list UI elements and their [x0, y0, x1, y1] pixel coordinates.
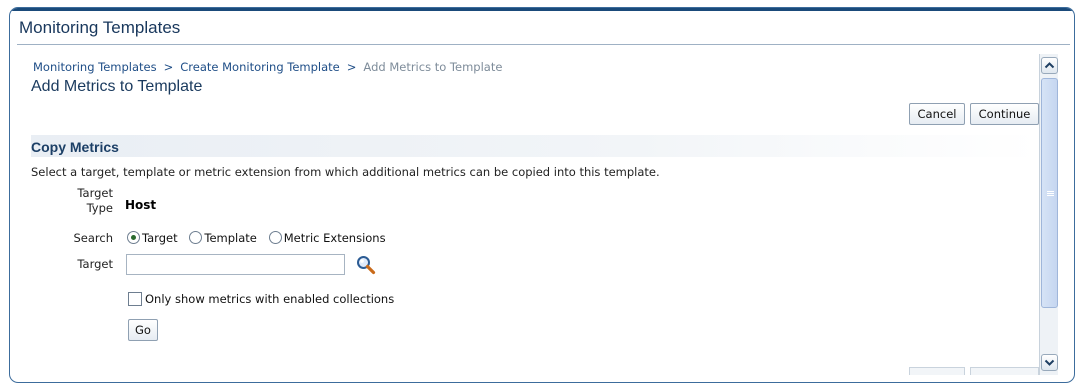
radio-target-label[interactable]: Target	[142, 231, 178, 245]
radio-metric-extensions[interactable]	[268, 231, 282, 244]
copy-metrics-description: Select a target, template or metric exte…	[31, 165, 660, 179]
radio-template-label[interactable]: Template	[204, 231, 256, 245]
cancel-button[interactable]: Cancel	[909, 103, 965, 125]
radio-target[interactable]	[127, 231, 140, 244]
target-type-value: Host	[125, 198, 157, 212]
only-enabled-checkbox[interactable]	[128, 292, 142, 306]
scroll-grip	[1047, 191, 1054, 192]
copy-metrics-header	[31, 135, 1039, 157]
breadcrumb-separator: >	[346, 60, 357, 74]
breadcrumb-current: Add Metrics to Template	[363, 60, 503, 74]
breadcrumb-create-template-link[interactable]: Create Monitoring Template	[180, 60, 340, 74]
target-input[interactable]	[126, 254, 345, 275]
only-enabled-label[interactable]: Only show metrics with enabled collectio…	[145, 292, 394, 306]
breadcrumb: Monitoring Templates > Create Monitoring T…	[33, 60, 502, 74]
monitoring-templates-window: Monitoring Templates Monitoring Template…	[9, 7, 1075, 383]
search-label: Search	[73, 231, 113, 245]
magnifier-icon[interactable]	[355, 254, 377, 276]
vertical-scrollbar[interactable]	[1039, 54, 1058, 375]
continue-button[interactable]: Continue	[970, 103, 1039, 125]
target-type-label: Target Type	[77, 186, 113, 215]
page-title: Add Metrics to Template	[31, 78, 203, 95]
target-label: Target	[77, 257, 113, 271]
radio-metric-extensions-label[interactable]: Metric Extensions	[284, 231, 386, 245]
go-button[interactable]: Go	[128, 319, 158, 341]
content-area: Monitoring Templates > Create Monitoring T…	[19, 53, 1039, 375]
scroll-thumb[interactable]	[1041, 78, 1058, 308]
scroll-grip	[1047, 193, 1054, 194]
bottom-button-edge	[909, 367, 965, 375]
search-radio-group: Target Template Metric Extensions	[127, 231, 394, 245]
breadcrumb-monitoring-templates-link[interactable]: Monitoring Templates	[33, 60, 157, 74]
chevron-down-icon[interactable]	[1041, 354, 1058, 371]
scroll-grip	[1047, 195, 1054, 196]
copy-metrics-title: Copy Metrics	[31, 139, 119, 155]
chevron-up-icon[interactable]	[1041, 57, 1058, 74]
bottom-button-edge	[970, 367, 1039, 375]
title-divider	[17, 44, 1070, 45]
window-title: Monitoring Templates	[19, 18, 181, 37]
breadcrumb-separator: >	[163, 60, 174, 74]
radio-template[interactable]	[189, 231, 203, 244]
